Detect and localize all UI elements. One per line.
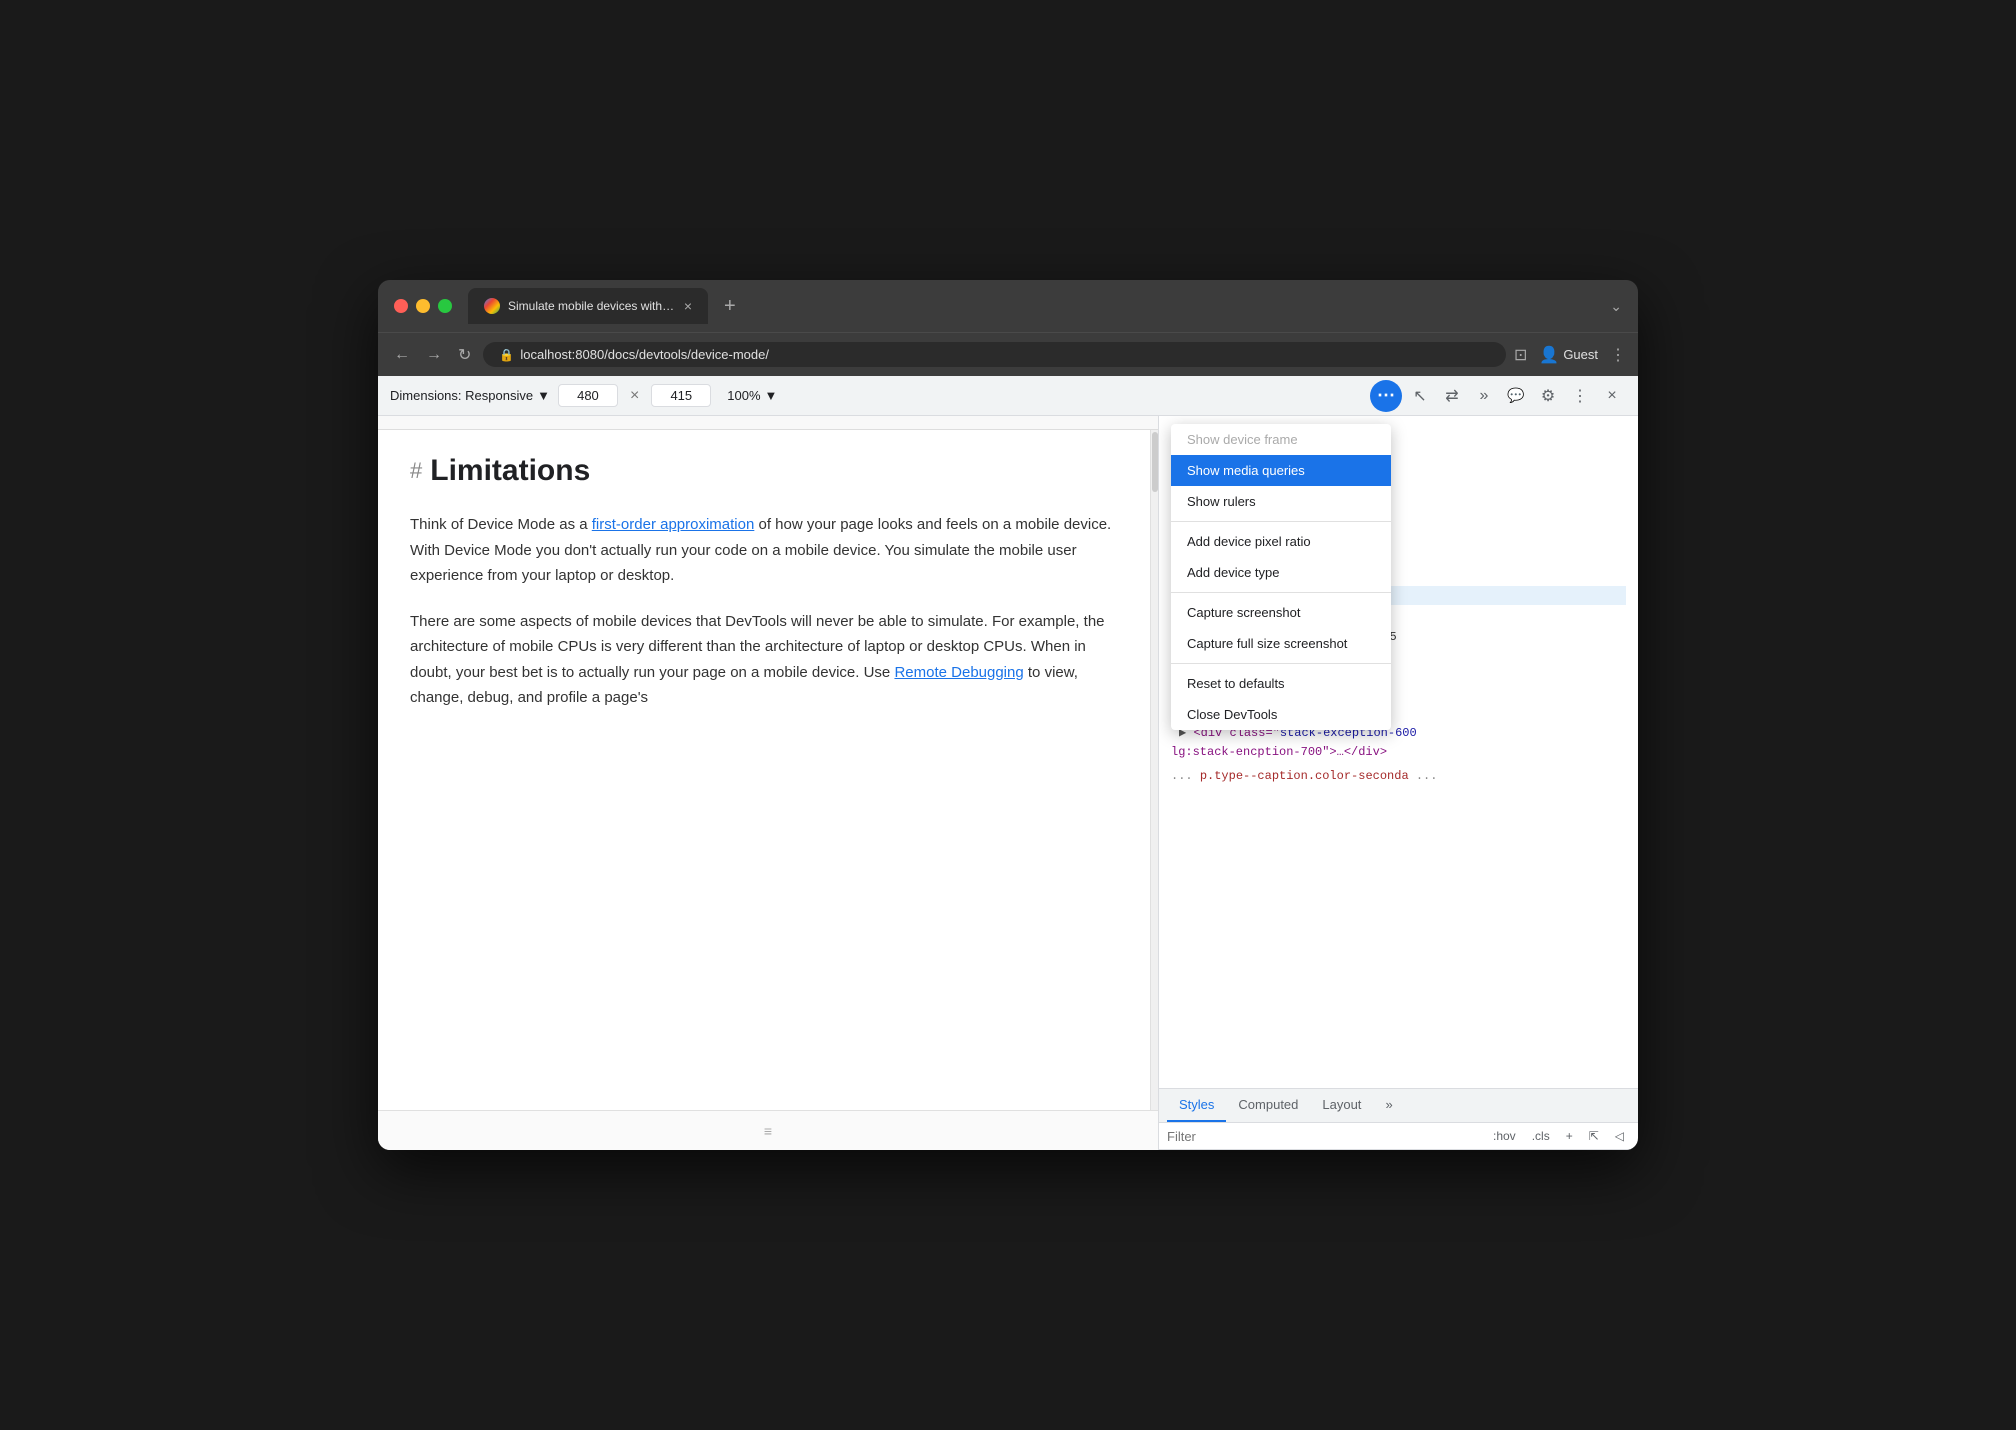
devtools-toolbar: Dimensions: Responsive ▼ × 100% ▼ ⋯ ↖ ⇄ …: [378, 376, 1638, 416]
browser-menu-icon[interactable]: ⋮: [1610, 345, 1626, 365]
tab-menu-button[interactable]: ⌄: [1610, 298, 1622, 315]
title-bar: Simulate mobile devices with D… × + ⌄: [378, 280, 1638, 332]
menu-item-show-media-queries[interactable]: Show media queries: [1171, 455, 1391, 486]
zoom-label: 100%: [727, 388, 760, 403]
first-order-approximation-link[interactable]: first-order approximation: [592, 516, 755, 533]
menu-item-capture-screenshot[interactable]: Capture screenshot: [1171, 597, 1391, 628]
dimensions-label: Dimensions: Responsive: [390, 388, 533, 403]
tab-close-button[interactable]: ×: [684, 298, 692, 314]
new-tab-button[interactable]: +: [716, 291, 744, 322]
lock-icon: 🔒: [499, 348, 514, 362]
menu-item-add-device-pixel-ratio[interactable]: Add device pixel ratio: [1171, 526, 1391, 557]
dimension-separator: ×: [630, 387, 639, 405]
zoom-arrow: ▼: [765, 388, 778, 403]
forward-button[interactable]: →: [422, 342, 446, 368]
devtools-panel: -flex justify-co -full"> flex tack measu…: [1158, 416, 1638, 1150]
tab-layout[interactable]: Layout: [1310, 1089, 1373, 1122]
browser-window: Simulate mobile devices with D… × + ⌄ ← …: [378, 280, 1638, 1150]
address-input[interactable]: 🔒 localhost:8080/docs/devtools/device-mo…: [483, 342, 1506, 367]
tab-bar: Simulate mobile devices with D… × + ⌄: [468, 288, 1622, 324]
tab-styles[interactable]: Styles: [1167, 1089, 1226, 1122]
tab-title: Simulate mobile devices with D…: [508, 299, 676, 313]
add-style-button[interactable]: +: [1560, 1127, 1579, 1145]
scrollbar-thumb[interactable]: [1152, 432, 1158, 492]
context-menu[interactable]: Show device frameShow media queriesShow …: [1171, 424, 1391, 730]
page-scrollbar[interactable]: [1150, 430, 1158, 1110]
menu-item-show-device-frame: Show device frame: [1171, 424, 1391, 455]
menu-divider: [1171, 592, 1391, 593]
styles-panel: Styles Computed Layout »: [1159, 1088, 1638, 1150]
page-footer-bar: ≡: [378, 1110, 1158, 1150]
menu-divider: [1171, 663, 1391, 664]
page-heading: # Limitations: [410, 454, 1126, 488]
close-devtools-button[interactable]: ×: [1598, 382, 1626, 410]
page-body: # Limitations Think of Device Mode as a …: [378, 430, 1158, 1110]
profile-icon[interactable]: 👤 Guest: [1539, 345, 1598, 365]
device-toolbar-button[interactable]: ⇄: [1438, 382, 1466, 410]
active-tab[interactable]: Simulate mobile devices with D… ×: [468, 288, 708, 324]
content-area: # Limitations Think of Device Mode as a …: [378, 416, 1638, 1150]
back-button[interactable]: ←: [390, 342, 414, 368]
page-paragraph-2: There are some aspects of mobile devices…: [410, 609, 1126, 711]
menu-item-add-device-type[interactable]: Add device type: [1171, 557, 1391, 588]
html-code: ...: [1171, 769, 1200, 783]
address-bar: ← → ↻ 🔒 localhost:8080/docs/devtools/dev…: [378, 332, 1638, 376]
more-options-button[interactable]: ⋯: [1370, 380, 1402, 412]
tab-switcher-icon[interactable]: ⊡: [1514, 345, 1527, 365]
dimensions-arrow: ▼: [537, 388, 550, 403]
menu-item-capture-full-size-screenshot[interactable]: Capture full size screenshot: [1171, 628, 1391, 659]
ruler-bar: [378, 416, 1158, 430]
html-code: lg:stack-encption-700">…</div>: [1171, 745, 1387, 759]
html-code: p.type--caption.color-seconda: [1200, 769, 1409, 783]
html-line: ... p.type--caption.color-seconda ...: [1171, 767, 1626, 786]
drag-handle-icon: ≡: [764, 1123, 772, 1139]
class-filter-button[interactable]: .cls: [1526, 1127, 1556, 1145]
height-input[interactable]: [651, 384, 711, 407]
devtools-toolbar-icons: ⋯ ↖ ⇄ » 💬 ⚙ ⋮ ×: [1370, 380, 1626, 412]
maximize-window-button[interactable]: [438, 299, 452, 313]
styles-filter-input[interactable]: [1167, 1129, 1479, 1144]
traffic-lights: [394, 299, 452, 313]
tab-favicon-icon: [484, 298, 500, 314]
settings-button[interactable]: ⚙: [1534, 382, 1562, 410]
inspect-element-button[interactable]: ↖: [1406, 382, 1434, 410]
page-content: # Limitations Think of Device Mode as a …: [378, 416, 1158, 1150]
more-tools-button[interactable]: »: [1470, 382, 1498, 410]
console-panel-button[interactable]: 💬: [1502, 382, 1530, 410]
tab-computed[interactable]: Computed: [1226, 1089, 1310, 1122]
menu-divider: [1171, 521, 1391, 522]
styles-tabs: Styles Computed Layout »: [1159, 1089, 1638, 1123]
page-title: Limitations: [430, 454, 590, 488]
profile-label: Guest: [1563, 347, 1598, 362]
browser-toolbar-icons: ⊡ 👤 Guest ⋮: [1514, 345, 1626, 365]
toggle-icon-2[interactable]: ◁: [1609, 1127, 1630, 1145]
minimize-window-button[interactable]: [416, 299, 430, 313]
dimensions-selector[interactable]: Dimensions: Responsive ▼: [390, 388, 550, 403]
width-input[interactable]: [558, 384, 618, 407]
html-code: ...: [1409, 769, 1438, 783]
toggle-icon-1[interactable]: ⇱: [1583, 1127, 1605, 1145]
zoom-selector[interactable]: 100% ▼: [727, 388, 777, 403]
heading-hash: #: [410, 458, 422, 484]
html-line: lg:stack-encption-700">…</div>: [1171, 743, 1626, 762]
menu-item-close-devtools[interactable]: Close DevTools: [1171, 699, 1391, 730]
hover-filter-button[interactable]: :hov: [1487, 1127, 1522, 1145]
url-text: localhost:8080/docs/devtools/device-mode…: [520, 347, 769, 362]
devtools-kebab-menu[interactable]: ⋮: [1566, 382, 1594, 410]
menu-item-reset-to-defaults[interactable]: Reset to defaults: [1171, 668, 1391, 699]
menu-item-show-rulers[interactable]: Show rulers: [1171, 486, 1391, 517]
reload-button[interactable]: ↻: [454, 341, 475, 369]
filter-buttons: :hov .cls + ⇱ ◁: [1487, 1127, 1630, 1145]
remote-debugging-link[interactable]: Remote Debugging: [894, 664, 1023, 681]
tab-more[interactable]: »: [1373, 1089, 1404, 1122]
page-paragraph-1: Think of Device Mode as a first-order ap…: [410, 512, 1126, 589]
close-window-button[interactable]: [394, 299, 408, 313]
styles-filter-bar: :hov .cls + ⇱ ◁: [1159, 1123, 1638, 1150]
